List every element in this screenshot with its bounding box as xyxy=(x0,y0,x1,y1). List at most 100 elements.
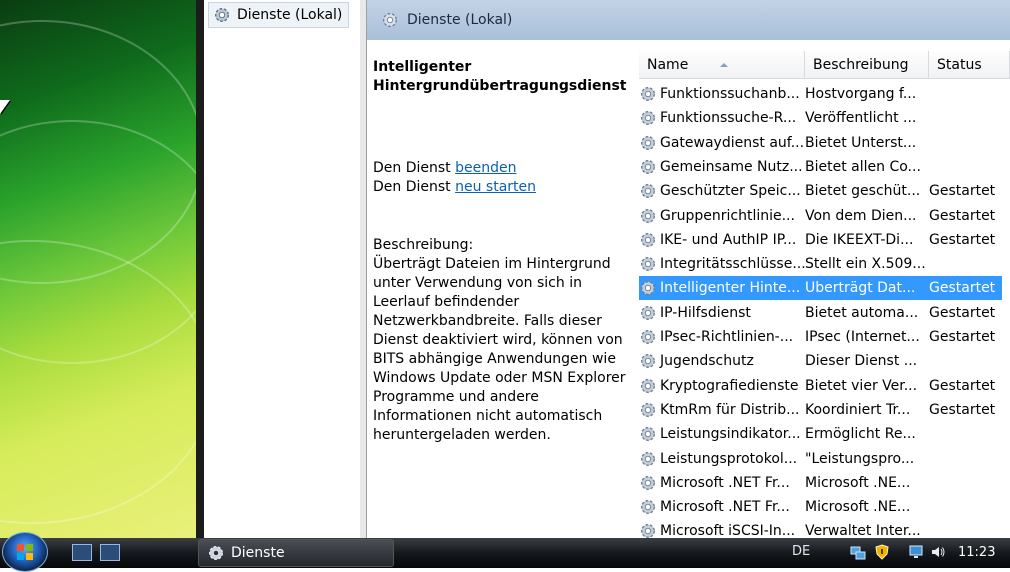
service-name: Funktionssuchanb... xyxy=(639,85,805,103)
service-name-text: IKE- und AuthIP IP... xyxy=(660,231,797,248)
extended-info-panel: Intelligenter Hintergrundübertragungsdie… xyxy=(367,40,635,538)
mouse-cursor xyxy=(0,100,10,114)
console-tree: Dienste (Lokal) xyxy=(204,0,361,538)
action-prefix: Den Dienst xyxy=(373,179,456,195)
service-name-text: IP-Hilfsdienst xyxy=(660,304,751,321)
service-status-cell: Gestartet xyxy=(929,207,996,224)
table-row[interactable]: Microsoft iSCSI-In... Verwaltet Inter... xyxy=(639,519,1002,538)
table-row[interactable]: Leistungsindikator... Ermöglicht Re... xyxy=(639,422,1002,446)
service-status-cell: Gestartet xyxy=(929,280,996,297)
table-row[interactable]: Gemeinsame Nutz... Bietet allen Co... xyxy=(639,155,1002,179)
service-name-text: Microsoft .NET Fr... xyxy=(660,499,790,516)
service-name-text: Leistungsindikator... xyxy=(660,426,801,443)
pane-header: Dienste (Lokal) xyxy=(367,0,1010,40)
service-description-cell: Dieser Dienst ... xyxy=(805,353,918,370)
start-button[interactable] xyxy=(2,532,48,572)
language-indicator[interactable]: DE xyxy=(792,544,810,559)
table-row[interactable]: KtmRm für Distrib... Koordiniert Tr... Ges… xyxy=(639,398,1002,422)
computer-network-icon[interactable] xyxy=(908,544,924,560)
restart-service-link[interactable]: neu starten xyxy=(455,179,536,195)
column-status-label: Status xyxy=(937,56,982,73)
service-name: Jugendschutz xyxy=(639,352,805,370)
service-description-cell: Hostvorgang f... xyxy=(805,86,917,102)
table-row[interactable]: IKE- und AuthIP IP... Die IKEEXT-Di... Ges… xyxy=(639,228,1002,252)
service-name-text: Gemeinsame Nutz... xyxy=(660,158,803,175)
action-prefix: Den Dienst xyxy=(373,160,456,176)
table-row[interactable]: Gatewaydienst auf... Bietet Unterst... xyxy=(639,131,1002,155)
shield-icon[interactable] xyxy=(874,544,890,560)
gear-icon xyxy=(641,135,655,150)
service-description-cell: Microsoft .NE... xyxy=(805,499,911,516)
table-row[interactable]: Funktionssuche-R... Veröffentlicht ... xyxy=(639,106,1002,130)
table-row[interactable]: IP-Hilfsdienst Bietet automa... Gestartet xyxy=(639,301,1002,325)
table-row[interactable]: Microsoft .NET Fr... Microsoft .NE... xyxy=(639,471,1002,495)
table-row[interactable]: Integritätsschlüsse... Stellt ein X.509..… xyxy=(639,252,1002,276)
windows-start-icon xyxy=(17,544,33,560)
gear-icon xyxy=(641,111,655,126)
taskbar-button-services[interactable]: Dienste xyxy=(198,539,394,567)
gear-icon xyxy=(641,402,655,417)
switch-windows-icon[interactable] xyxy=(100,544,120,561)
service-description-cell: Von dem Dien... xyxy=(805,207,917,224)
table-row[interactable]: Gruppenrichtlinie... Von dem Dien... Gesta… xyxy=(639,204,1002,228)
service-description-cell: "Leistungspro... xyxy=(805,450,915,467)
service-name-text: Geschützter Speic... xyxy=(660,183,801,200)
service-name: IP-Hilfsdienst xyxy=(639,304,805,322)
service-name-text: Funktionssuche-R... xyxy=(660,110,797,127)
table-row[interactable]: Intelligenter Hinte... Überträgt Dat... Ge… xyxy=(639,276,1002,301)
service-name-text: Gruppenrichtlinie... xyxy=(660,207,795,224)
service-description-cell: Koordiniert Tr... xyxy=(805,401,911,418)
service-name: Gemeinsame Nutz... xyxy=(639,158,805,176)
table-row[interactable]: Geschützter Speic... Bietet geschüt... Ges… xyxy=(639,179,1002,203)
table-row[interactable]: IPsec-Richtlinien-... IPsec (Internet... G… xyxy=(639,325,1002,349)
gear-icon xyxy=(641,281,655,296)
service-name: KtmRm für Distrib... xyxy=(639,401,805,419)
column-header-description[interactable]: Beschreibung xyxy=(805,51,929,79)
taskbar-button-label: Dienste xyxy=(231,545,285,561)
pane-title: Dienste (Lokal) xyxy=(407,12,513,28)
table-row[interactable]: Kryptografiedienste Bietet vier Ver... Ges… xyxy=(639,374,1002,398)
table-row[interactable]: Funktionssuchanb... Hostvorgang f... xyxy=(639,82,1002,106)
service-name-text: Integritätsschlüsse... xyxy=(660,256,805,273)
service-name: Gruppenrichtlinie... xyxy=(639,207,805,225)
gear-icon xyxy=(209,546,223,560)
service-name-text: Microsoft .NET Fr... xyxy=(660,474,790,491)
service-name-text: Intelligenter Hinte... xyxy=(660,280,801,297)
service-description-cell: Bietet allen Co... xyxy=(805,158,921,175)
table-row[interactable]: Leistungsprotokol... "Leistungspro... xyxy=(639,447,1002,471)
service-name-text: IPsec-Richtlinien-... xyxy=(660,329,794,345)
service-name: Microsoft iSCSI-In... xyxy=(639,522,805,538)
service-description-cell: Ermöglicht Re... xyxy=(805,426,916,443)
show-desktop-icon[interactable] xyxy=(72,544,92,561)
desktop-wallpaper xyxy=(0,0,196,538)
services-list: Name Beschreibung Status Funktionssuchan… xyxy=(635,40,1010,538)
service-description-cell: Die IKEEXT-Di... xyxy=(805,231,914,248)
gear-icon xyxy=(641,354,655,369)
gear-icon xyxy=(641,159,655,174)
table-row[interactable]: Microsoft .NET Fr... Microsoft .NE... xyxy=(639,495,1002,519)
stop-service-link[interactable]: beenden xyxy=(455,160,516,176)
table-row[interactable]: Jugendschutz Dieser Dienst ... xyxy=(639,349,1002,373)
gear-icon xyxy=(641,184,655,199)
column-header-status[interactable]: Status xyxy=(929,51,1010,79)
tree-item-services-local[interactable]: Dienste (Lokal) xyxy=(208,2,350,28)
column-header-name[interactable]: Name xyxy=(639,51,805,79)
pane-splitter[interactable] xyxy=(360,0,367,538)
service-name: Funktionssuche-R... xyxy=(639,109,805,127)
service-name: Intelligenter Hinte... xyxy=(639,279,805,297)
taskbar: Dienste DE 11:23 xyxy=(0,532,1010,572)
gear-icon xyxy=(641,500,655,515)
sort-ascending-icon xyxy=(720,63,728,67)
service-actions: Den Dienst beenden Den Dienst neu starte… xyxy=(373,159,536,197)
network-icon[interactable] xyxy=(850,544,866,560)
gear-icon xyxy=(641,378,655,393)
speaker-icon[interactable] xyxy=(930,544,946,560)
clock[interactable]: 11:23 xyxy=(958,545,995,560)
service-status-cell: Gestartet xyxy=(929,231,996,248)
gear-icon xyxy=(641,427,655,442)
service-description-cell: Bietet automa... xyxy=(805,304,919,321)
description-text: Überträgt Dateien im Hintergrund unter V… xyxy=(373,256,626,443)
service-name-text: Funktionssuchanb... xyxy=(660,86,800,102)
service-name-text: Gatewaydienst auf... xyxy=(660,134,805,151)
service-status-cell: Gestartet xyxy=(929,329,996,345)
